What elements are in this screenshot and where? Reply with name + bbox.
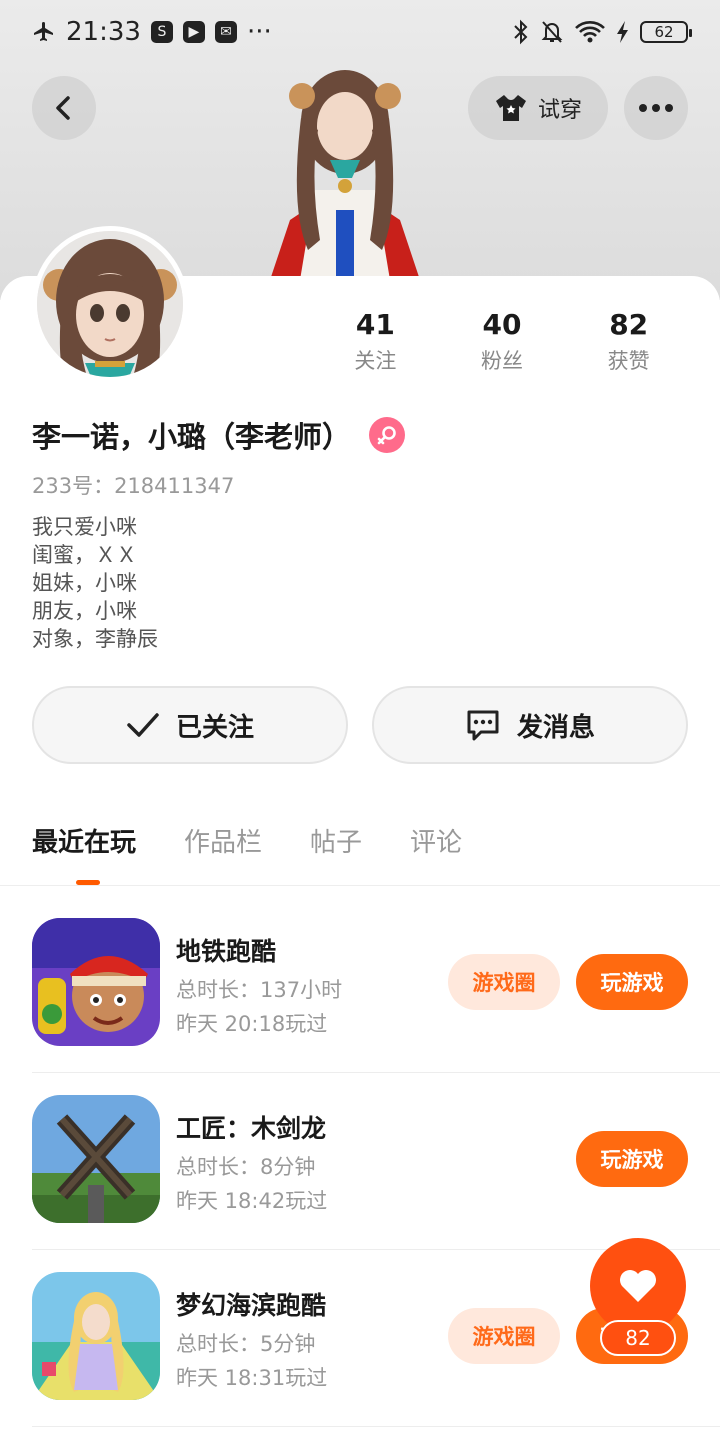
bio-line: 闺蜜，ＸＸ	[32, 543, 137, 567]
name-row: 李一诺，小璐（李老师）	[32, 414, 406, 456]
stat-followers-count: 40	[482, 308, 522, 341]
game-title: 地铁跑酷	[176, 937, 277, 966]
bio-line: 对象，李静辰	[32, 627, 158, 651]
stat-following-count: 41	[355, 308, 395, 341]
list-item[interactable]: 工匠：木剑龙 总时长：8分钟 昨天 18:42玩过 玩游戏	[32, 1073, 720, 1250]
mute-icon	[540, 19, 564, 45]
followed-label: 已关注	[175, 712, 254, 743]
airplane-icon	[32, 20, 56, 44]
user-id: 233号：218411347	[32, 474, 235, 498]
game-title: 工匠：木剑龙	[176, 1114, 327, 1143]
battery-indicator: 62	[640, 21, 692, 43]
bio-line: 姐妹，小咪	[32, 571, 137, 595]
game-duration: 总时长：137小时	[176, 978, 343, 1002]
like-count-badge: 82	[600, 1320, 676, 1356]
notification-app-icon: S	[150, 21, 173, 43]
chat-icon	[467, 710, 499, 741]
video-app-icon: ▶	[182, 21, 205, 43]
game-last-played: 昨天 20:18玩过	[176, 1012, 328, 1036]
stat-following-label: 关注	[354, 349, 397, 373]
tab-posts[interactable]: 帖子	[310, 822, 362, 859]
female-icon	[369, 417, 406, 453]
wifi-icon	[574, 20, 606, 44]
play-game-button[interactable]: 玩游戏	[576, 1131, 688, 1187]
profile-tabs: 最近在玩 作品栏 帖子 评论	[32, 822, 462, 859]
tab-divider	[0, 885, 720, 886]
stat-followers-label: 粉丝	[481, 349, 523, 373]
more-notifications-icon: ···	[246, 17, 272, 47]
game-title: 梦幻海滨跑酷	[176, 1291, 327, 1320]
list-item[interactable]: 地铁跑酷 总时长：137小时 昨天 20:18玩过 游戏圈 玩游戏	[32, 896, 720, 1073]
mail-app-icon: ✉	[214, 21, 237, 43]
game-last-played: 昨天 18:31玩过	[176, 1366, 328, 1390]
bio: 我只爱小咪 闺蜜，ＸＸ 姐妹，小咪 朋友，小咪 对象，李静辰	[32, 513, 158, 653]
tab-recently-played[interactable]: 最近在玩	[32, 822, 136, 859]
profile-stats: 41 关注 40 粉丝 82 获赞	[312, 306, 692, 378]
followed-button[interactable]: 已关注	[32, 686, 348, 764]
game-icon-craftsman[interactable]	[32, 1095, 160, 1223]
status-bar: 21:33 S ▶ ✉ ··· 62	[0, 0, 720, 64]
charging-icon	[616, 20, 630, 44]
try-on-label: 试穿	[537, 98, 582, 123]
try-on-button[interactable]: 试穿	[468, 76, 608, 140]
send-message-button[interactable]: 发消息	[372, 686, 688, 764]
stat-likes[interactable]: 82 获赞	[565, 306, 692, 378]
more-icon	[639, 104, 673, 112]
avatar[interactable]	[32, 226, 188, 382]
stat-likes-count: 82	[609, 308, 649, 341]
bio-line: 我只爱小咪	[32, 515, 137, 539]
game-icon-subway-surfers[interactable]	[32, 918, 160, 1046]
shirt-icon	[495, 95, 526, 121]
tab-works[interactable]: 作品栏	[184, 822, 262, 859]
bio-line: 朋友，小咪	[32, 599, 137, 623]
back-button[interactable]	[32, 76, 96, 140]
heart-icon	[620, 1270, 656, 1302]
game-last-played: 昨天 18:42玩过	[176, 1189, 328, 1213]
stat-followers[interactable]: 40 粉丝	[439, 306, 566, 378]
profile-name: 李一诺，小璐（李老师）	[32, 420, 352, 454]
more-options-button[interactable]	[624, 76, 688, 140]
tab-comments[interactable]: 评论	[410, 822, 462, 859]
stat-following[interactable]: 41 关注	[312, 306, 439, 378]
stat-likes-label: 获赞	[607, 349, 650, 373]
game-icon-dream-beach-runner[interactable]	[32, 1272, 160, 1400]
game-circle-button[interactable]: 游戏圈	[448, 954, 560, 1010]
game-duration: 总时长：8分钟	[176, 1155, 316, 1179]
game-circle-button[interactable]: 游戏圈	[448, 1308, 560, 1364]
play-game-button[interactable]: 玩游戏	[576, 954, 688, 1010]
back-icon	[56, 96, 70, 120]
avatar-character-illustration	[260, 60, 430, 280]
check-icon	[127, 713, 159, 737]
bluetooth-icon	[512, 19, 530, 45]
game-duration: 总时长：5分钟	[176, 1332, 316, 1356]
status-time: 21:33	[66, 17, 141, 47]
send-message-label: 发消息	[516, 712, 595, 743]
